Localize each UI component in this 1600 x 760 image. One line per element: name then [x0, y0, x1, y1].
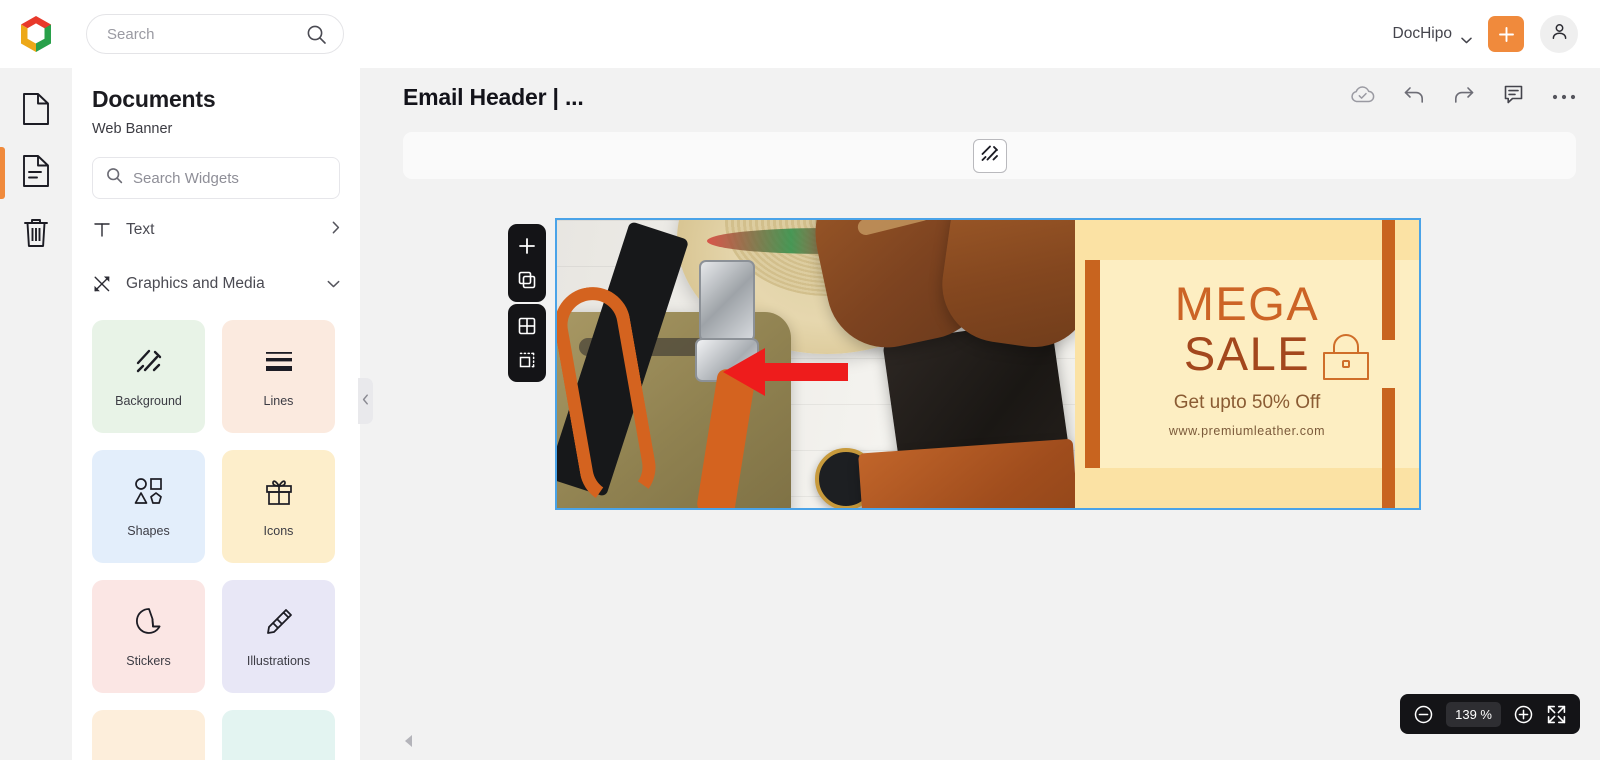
belt-buckle: [699, 260, 755, 342]
redo-button[interactable]: [1453, 85, 1475, 110]
shapes-icon: [133, 476, 165, 511]
widget-card-background[interactable]: Background: [92, 320, 205, 433]
handbag-icon: [1317, 334, 1375, 389]
property-toolbar: [403, 132, 1576, 179]
rail-item-my-documents[interactable]: [0, 142, 72, 204]
background-pattern-button[interactable]: [972, 138, 1007, 173]
sale-headline-top: MEGA: [1174, 277, 1320, 330]
save-status-button[interactable]: [1350, 85, 1375, 110]
page-title: Documents: [92, 86, 216, 112]
zoom-out-button[interactable]: [1413, 704, 1434, 725]
left-rail: [0, 68, 72, 760]
diagonal-stripes-icon: [980, 143, 1000, 168]
category-graphics-and-media[interactable]: Graphics and Media: [92, 261, 340, 307]
add-element-button[interactable]: [517, 236, 537, 256]
chevron-right-icon: [332, 221, 340, 239]
redo-icon: [1453, 85, 1475, 110]
document-title[interactable]: Email Header | ...: [403, 84, 584, 111]
widget-card-lines[interactable]: Lines: [222, 320, 335, 433]
more-horizontal-icon: [1552, 88, 1576, 106]
chevron-down-icon: [1461, 31, 1472, 43]
gift-icon: [263, 476, 295, 511]
undo-button[interactable]: [1403, 85, 1425, 110]
top-bar: Search DocHipo: [0, 0, 1600, 68]
widgets-panel: Documents Web Banner Search Widgets Text: [72, 68, 360, 760]
category-text[interactable]: Text: [92, 207, 340, 253]
element-float-toolbar-bottom: [508, 304, 546, 382]
widget-card-grid: Background Lines Shapes Icons Stickers I…: [92, 320, 340, 760]
red-pointer-arrow: [723, 344, 848, 405]
user-icon: [1550, 22, 1569, 46]
rail-item-new-document[interactable]: [0, 80, 72, 142]
diagonal-stripes-icon: [134, 346, 164, 381]
widget-card-next-a[interactable]: [92, 710, 205, 760]
text-t-icon: [92, 221, 112, 239]
search-icon: [106, 167, 123, 189]
widget-card-label: Stickers: [126, 653, 171, 668]
zoom-control: 139 %: [1400, 694, 1580, 734]
chevron-down-icon: [327, 275, 340, 293]
widget-card-label: Shapes: [127, 523, 170, 538]
sticker-icon: [134, 606, 164, 641]
more-options-button[interactable]: [1552, 88, 1576, 106]
workspace-label: DocHipo: [1392, 25, 1452, 42]
workspace-menu[interactable]: DocHipo: [1393, 25, 1472, 43]
widget-card-shapes[interactable]: Shapes: [92, 450, 205, 563]
element-float-toolbar-top: [508, 224, 546, 302]
document-type-label: Web Banner: [92, 121, 173, 137]
rail-item-trash[interactable]: [0, 204, 72, 266]
zoom-in-button[interactable]: [1513, 704, 1534, 725]
comments-button[interactable]: [1503, 84, 1524, 110]
document-header: Email Header | ...: [360, 68, 1600, 126]
blank-page-icon: [21, 92, 51, 131]
widget-card-label: Background: [115, 393, 182, 408]
top-bar-actions: DocHipo: [1393, 15, 1600, 53]
horizontal-scroll-left-arrow[interactable]: [405, 734, 414, 752]
graphics-media-icon: [92, 275, 112, 293]
account-button[interactable]: [1540, 15, 1578, 53]
lines-icon: [264, 346, 294, 381]
undo-icon: [1403, 85, 1425, 110]
widget-card-stickers[interactable]: Stickers: [92, 580, 205, 693]
grid-layout-button[interactable]: [517, 316, 537, 336]
widget-card-next-b[interactable]: [222, 710, 335, 760]
duplicate-element-button[interactable]: [517, 270, 537, 290]
trash-icon: [21, 216, 51, 255]
widget-card-icons[interactable]: Icons: [222, 450, 335, 563]
widget-search-box[interactable]: Search Widgets: [92, 157, 340, 199]
sale-panel: MEGA SALE Get upto 50% Off www.premiumle…: [1075, 220, 1419, 508]
category-label: Text: [126, 221, 155, 238]
dochipo-editor-app: Search DocHipo Documents Web Banner Sear…: [0, 0, 1600, 760]
dochipo-logo[interactable]: [17, 14, 55, 54]
create-new-button[interactable]: [1488, 16, 1524, 52]
widget-card-illustrations[interactable]: Illustrations: [222, 580, 335, 693]
zoom-level-value[interactable]: 139 %: [1446, 701, 1501, 727]
chevron-left-icon: [362, 392, 369, 410]
panel-collapse-handle[interactable]: [358, 378, 373, 424]
plus-icon: [1497, 25, 1516, 44]
widget-card-label: Icons: [263, 523, 294, 538]
document-lines-icon: [21, 154, 51, 193]
category-label: Graphics and Media: [126, 275, 265, 292]
comment-icon: [1503, 84, 1524, 110]
widget-card-label: Lines: [263, 393, 294, 408]
search-icon: [306, 24, 327, 45]
sale-website-text: www.premiumleather.com: [1168, 424, 1326, 438]
fullscreen-button[interactable]: [1546, 704, 1567, 725]
banner-artboard[interactable]: MEGA SALE Get upto 50% Off www.premiumle…: [555, 218, 1421, 510]
pencil-ruler-icon: [264, 606, 294, 641]
widget-card-label: Illustrations: [246, 653, 311, 668]
sale-offer-text: Get upto 50% Off: [1173, 392, 1321, 413]
cloud-check-icon: [1350, 85, 1375, 110]
search-widgets-input[interactable]: Search Widgets: [133, 170, 239, 187]
resize-crop-button[interactable]: [517, 350, 537, 370]
search-input[interactable]: Search: [107, 26, 306, 43]
canvas-area: Email Header | ... MEGA SALE Get upto 50…: [360, 68, 1600, 760]
global-search-box[interactable]: Search: [86, 14, 344, 54]
document-actions: [1350, 84, 1576, 110]
logo-container[interactable]: [0, 0, 72, 68]
